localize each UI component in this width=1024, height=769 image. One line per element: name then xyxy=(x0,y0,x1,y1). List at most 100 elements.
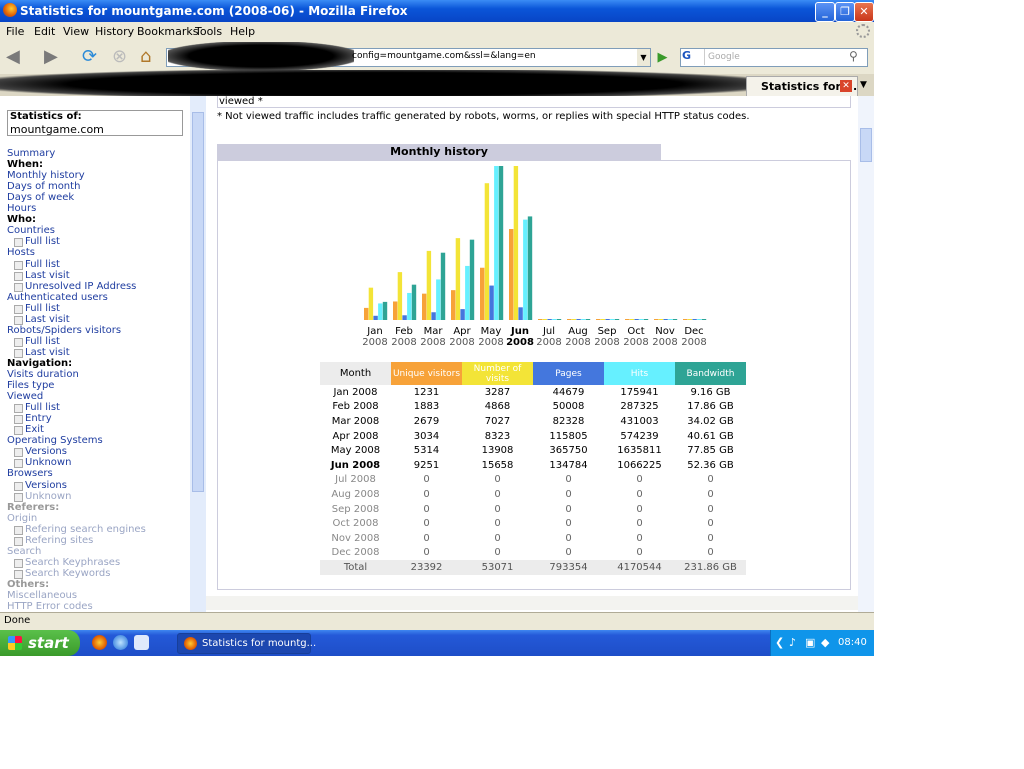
footnote: * Not viewed traffic includes traffic ge… xyxy=(217,111,750,122)
bar-unique-visitors-dec xyxy=(683,319,688,320)
ie-quicklaunch-icon[interactable] xyxy=(113,635,128,650)
tab-close-icon[interactable]: ✕ xyxy=(840,80,852,92)
table-cell: 52.36 GB xyxy=(687,459,734,471)
sidebar-item-browsers[interactable]: Browsers xyxy=(7,468,53,479)
sidebar-item-monthly-history[interactable]: Monthly history xyxy=(7,170,85,181)
table-row: Feb 2008 1883 4868 50008 287325 17.86 GB xyxy=(320,400,746,415)
start-button[interactable]: start xyxy=(0,630,80,656)
status-text: Done xyxy=(4,615,31,626)
right-scroll-thumb[interactable] xyxy=(860,128,872,162)
sidebar-item-last-visit[interactable]: Last visit xyxy=(9,270,70,281)
sidebar-item-search-keywords[interactable]: Search Keywords xyxy=(9,568,110,579)
sidebar-item-search-keyphrases[interactable]: Search Keyphrases xyxy=(9,557,120,568)
table-cell: 7027 xyxy=(484,415,511,427)
left-scroll-thumb[interactable] xyxy=(192,112,204,492)
sidebar-item-authenticated-users[interactable]: Authenticated users xyxy=(7,292,108,303)
forward-icon[interactable]: ▶ xyxy=(44,46,58,67)
stop-icon[interactable]: ⊗ xyxy=(112,46,127,67)
table-cell: Feb 2008 xyxy=(332,401,379,413)
sidebar-item-full-list[interactable]: Full list xyxy=(9,236,60,248)
back-icon[interactable]: ◀ xyxy=(6,46,20,67)
sidebar-item-days-of-week[interactable]: Days of week xyxy=(7,192,74,203)
sidebar-item-full-list[interactable]: Full list xyxy=(9,303,60,314)
sidebar-item-viewed[interactable]: Viewed xyxy=(7,391,43,402)
sidebar-item-last-visit[interactable]: Last visit xyxy=(9,347,70,358)
sidebar-item-summary[interactable]: Summary xyxy=(7,148,55,159)
sidebar-item-countries[interactable]: Countries xyxy=(7,225,55,236)
table-header-bandwidth: Bandwidth xyxy=(675,362,746,385)
sidebar-item-unknown[interactable]: Unknown xyxy=(9,457,71,469)
bar-unique-visitors-sep xyxy=(596,319,601,320)
sidebar-item-hours[interactable]: Hours xyxy=(7,203,36,214)
sidebar-item-last-visit[interactable]: Last visit xyxy=(9,314,70,325)
menu-file[interactable]: File xyxy=(6,25,24,38)
menu-history[interactable]: History xyxy=(95,25,134,38)
search-engine-icon[interactable]: G xyxy=(682,49,705,65)
right-scrollbar[interactable] xyxy=(858,96,874,612)
tab-statistics[interactable]: Statistics for ... ✕ xyxy=(746,76,858,97)
sidebar-item-entry[interactable]: Entry xyxy=(9,413,52,425)
table-cell: 0 xyxy=(423,474,430,486)
home-icon[interactable]: ⌂ xyxy=(140,46,151,67)
bar-pages-aug xyxy=(576,319,581,320)
firefox-quicklaunch-icon[interactable] xyxy=(92,635,107,650)
sidebar-item-miscellaneous[interactable]: Miscellaneous xyxy=(7,590,77,601)
tab-list-icon[interactable]: ▼ xyxy=(860,80,867,90)
taskbar-window-button[interactable]: Statistics for mountg... xyxy=(177,633,316,654)
horizontal-scrollbar[interactable] xyxy=(206,596,858,610)
sidebar-item-exit[interactable]: Exit xyxy=(9,424,44,436)
bar-hits-may xyxy=(494,166,499,320)
tray-expand-icon[interactable]: ❮ xyxy=(775,636,784,649)
bar-number-of-visits-jul xyxy=(542,319,548,320)
sidebar-item-http-error-codes[interactable]: HTTP Error codes xyxy=(7,601,93,612)
x-tick-year: 2008 xyxy=(449,337,474,348)
reload-icon[interactable]: ⟳ xyxy=(82,46,97,67)
firefox-logo-icon xyxy=(3,3,17,17)
sidebar-item-days-of-month[interactable]: Days of month xyxy=(7,181,80,192)
search-magnifier-icon[interactable]: ⚲ xyxy=(849,49,858,63)
x-tick-year: 2008 xyxy=(536,337,561,348)
sidebar-item-full-list[interactable]: Full list xyxy=(9,336,60,347)
bar-bandwidth-feb xyxy=(411,284,417,320)
sidebar-item-unresolved-ip-address[interactable]: Unresolved IP Address xyxy=(9,281,136,292)
sidebar-item-files-type[interactable]: Files type xyxy=(7,380,54,391)
maximize-button[interactable]: ❐ xyxy=(835,2,855,22)
menu-edit[interactable]: Edit xyxy=(34,25,55,38)
minimize-button[interactable]: _ xyxy=(815,2,835,22)
status-bar xyxy=(0,612,874,631)
volume-icon[interactable]: ♪ xyxy=(789,636,796,649)
sidebar-item-refering-search-engines[interactable]: Refering search engines xyxy=(9,524,146,535)
menu-help[interactable]: Help xyxy=(230,25,255,38)
table-cell: 0 xyxy=(494,503,501,515)
x-tick-year: 2008 xyxy=(565,337,590,348)
sidebar-item-refering-sites[interactable]: Refering sites xyxy=(9,535,93,546)
desktop-quicklaunch-icon[interactable] xyxy=(134,635,149,650)
menu-bookmarks[interactable]: Bookmarks xyxy=(137,25,198,38)
sidebar-item-visits-duration[interactable]: Visits duration xyxy=(7,369,79,380)
sidebar-item-origin[interactable]: Origin xyxy=(7,513,37,524)
sidebar-item-robots-spiders-visitors[interactable]: Robots/Spiders visitors xyxy=(7,325,121,336)
sidebar-item-unknown[interactable]: Unknown xyxy=(9,491,71,502)
bar-pages-sep xyxy=(605,319,610,320)
sidebar-item-hosts[interactable]: Hosts xyxy=(7,247,35,258)
sidebar-item-versions[interactable]: Versions xyxy=(9,480,67,491)
sidebar-item-full-list[interactable]: Full list xyxy=(9,402,60,414)
table-cell: 3034 xyxy=(413,430,440,442)
table-row: Jun 2008 9251 15658 134784 1066225 52.36 GB xyxy=(320,458,746,473)
menu-view[interactable]: View xyxy=(63,25,89,38)
sidebar-item-full-list[interactable]: Full list xyxy=(9,259,60,270)
sidebar-item-search[interactable]: Search xyxy=(7,546,41,557)
sidebar-item-versions[interactable]: Versions xyxy=(9,446,67,458)
network-icon[interactable]: ▣ xyxy=(805,636,815,649)
bar-unique-visitors-apr xyxy=(451,290,456,320)
sidebar-item-operating-systems[interactable]: Operating Systems xyxy=(7,435,103,446)
url-text[interactable]: config=mountgame.com&ssl=&lang=en xyxy=(352,51,536,61)
viewed-row-label: viewed * xyxy=(219,96,263,107)
menu-tools[interactable]: Tools xyxy=(195,25,222,38)
antivirus-icon[interactable]: ◆ xyxy=(821,636,829,649)
close-button[interactable]: ✕ xyxy=(854,2,874,22)
x-tick-year: 2008 xyxy=(420,337,445,348)
url-dropdown-icon[interactable]: ▼ xyxy=(637,49,650,66)
table-cell: 0 xyxy=(423,503,430,515)
go-button[interactable]: ▶ xyxy=(654,49,671,66)
